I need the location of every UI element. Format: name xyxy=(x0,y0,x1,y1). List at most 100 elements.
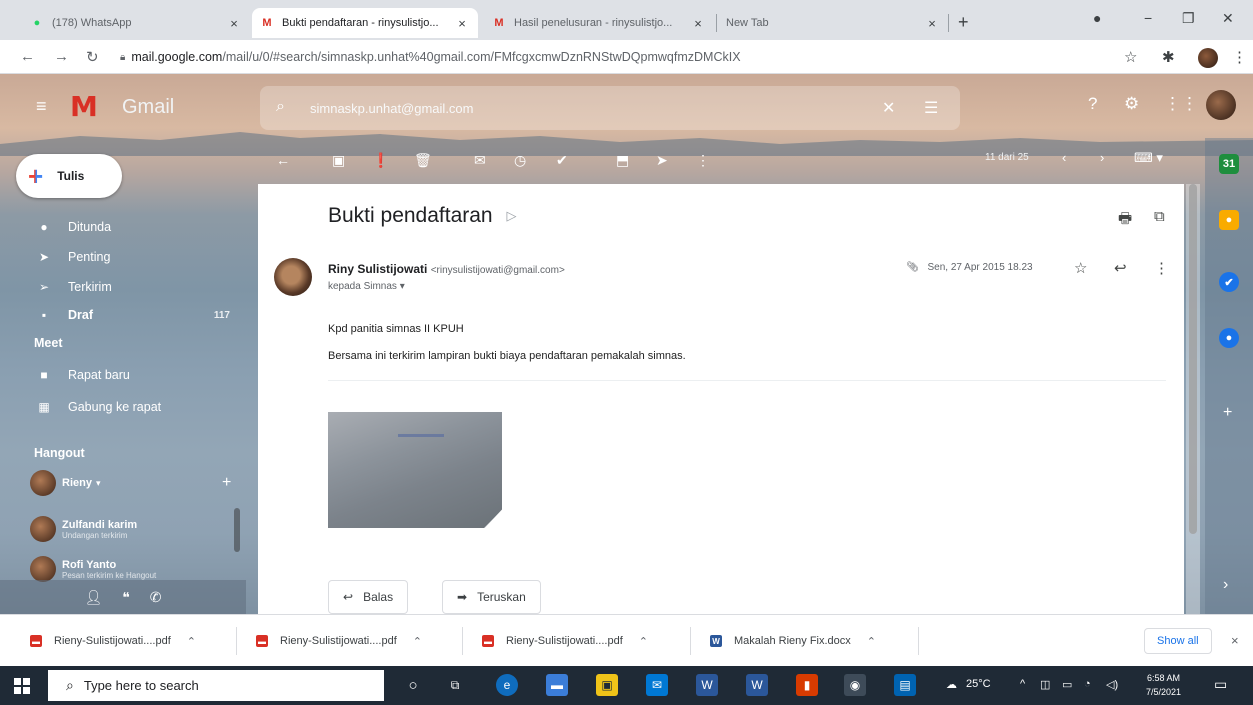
reply-button[interactable]: ↩ Balas xyxy=(328,580,409,614)
meet-join-meeting[interactable]: ▦ Gabung ke rapat xyxy=(0,392,246,422)
mail-icon[interactable]: ✉ xyxy=(646,674,668,696)
attachment-thumbnail[interactable] xyxy=(328,412,502,528)
tray-chevron-icon[interactable]: ^ xyxy=(1020,678,1025,690)
windows-start-icon[interactable] xyxy=(14,678,30,694)
more-options-icon[interactable]: ⋮ xyxy=(1154,259,1169,277)
chevron-up-icon[interactable]: ⌃ xyxy=(867,635,876,648)
move-to-icon[interactable]: ⬒ xyxy=(616,152,629,169)
chevron-up-icon[interactable]: ⌃ xyxy=(639,635,648,648)
sidebar-item-ditunda[interactable]: ● Ditunda xyxy=(0,212,246,242)
network-icon[interactable]: ◫ xyxy=(1040,678,1050,691)
gmail-logo-icon[interactable]: M xyxy=(70,90,98,123)
chevron-up-icon[interactable]: ⌃ xyxy=(187,635,196,648)
phone-icon[interactable]: ✆ xyxy=(150,589,162,606)
label-icon[interactable]: ➤ xyxy=(656,152,668,169)
sidebar-scrollbar[interactable] xyxy=(234,508,240,552)
calendar-icon[interactable]: 31 xyxy=(1219,154,1239,174)
email-scrollbar[interactable] xyxy=(1186,184,1200,614)
scrollbar-thumb[interactable] xyxy=(1189,184,1197,534)
more-icon[interactable]: ⋮ xyxy=(696,152,710,169)
add-addon-icon[interactable]: + xyxy=(1223,404,1232,422)
hangout-contact[interactable]: Zulfandi karim Undangan terkirim xyxy=(30,514,240,544)
account-avatar[interactable] xyxy=(1206,90,1236,120)
main-menu-icon[interactable]: ≡ xyxy=(36,96,47,117)
word-icon[interactable]: W xyxy=(746,674,768,696)
snooze-icon[interactable]: ◷ xyxy=(514,152,526,169)
search-icon[interactable]: ⌕ xyxy=(276,98,285,116)
office-icon[interactable]: ▮ xyxy=(796,674,818,696)
add-contact-button[interactable]: + xyxy=(222,474,231,492)
close-icon[interactable]: × xyxy=(924,16,940,31)
keep-icon[interactable]: ● xyxy=(1219,210,1239,230)
weather-icon[interactable]: ☁ xyxy=(946,678,957,691)
cortana-icon[interactable]: ○ xyxy=(402,674,424,696)
back-icon[interactable]: ← xyxy=(20,48,35,65)
chevron-down-icon[interactable]: ▾ xyxy=(96,478,101,489)
search-bar[interactable]: ⌕ simnaskp.unhat@gmail.com ✕ ☰ xyxy=(260,86,960,130)
forward-button[interactable]: ➡ Teruskan xyxy=(442,580,541,614)
sidebar-item-draf[interactable]: ▪ Draf 117 xyxy=(0,300,246,330)
tab-hasil-penelusuran[interactable]: M Hasil penelusuran - rinysulistjo... × xyxy=(484,8,714,38)
chevron-up-icon[interactable]: ⌃ xyxy=(413,635,422,648)
task-view-icon[interactable]: ⧉ xyxy=(444,674,466,696)
contacts-icon[interactable]: ● xyxy=(1219,328,1239,348)
wifi-icon[interactable]: ◔ xyxy=(1084,678,1091,690)
media-control-icon[interactable]: ● xyxy=(1093,10,1101,26)
chrome-icon[interactable]: ◉ xyxy=(844,674,866,696)
compose-button[interactable]: + Tulis xyxy=(16,154,122,198)
tab-whatsapp[interactable]: ● (178) WhatsApp × xyxy=(22,8,250,38)
notification-icon[interactable]: ▭ xyxy=(1214,676,1227,693)
expand-panel-icon[interactable]: › xyxy=(1223,576,1228,594)
taskbar-clock[interactable]: 6:58 AM 7/5/2021 xyxy=(1146,671,1181,699)
store-icon[interactable]: ▣ xyxy=(596,674,618,696)
sender-avatar[interactable] xyxy=(274,258,312,296)
tasks-icon[interactable]: ✔ xyxy=(1219,272,1239,292)
search-options-icon[interactable]: ☰ xyxy=(924,98,938,118)
download-item[interactable]: ▬ Rieny-Sulistijowati....pdf ⌃ xyxy=(482,615,648,667)
meet-new-meeting[interactable]: ■ Rapat baru xyxy=(0,360,246,390)
settings-gear-icon[interactable]: ⚙ xyxy=(1124,94,1139,114)
word-icon[interactable]: W xyxy=(696,674,718,696)
close-downloads-icon[interactable]: × xyxy=(1231,633,1239,648)
minimize-icon[interactable]: − xyxy=(1144,10,1152,26)
mark-unread-icon[interactable]: ✉ xyxy=(474,152,486,169)
report-spam-icon[interactable]: ❗ xyxy=(372,152,389,169)
sidebar-item-terkirim[interactable]: ➢ Terkirim xyxy=(0,272,246,302)
window-close-icon[interactable]: ✕ xyxy=(1222,10,1234,27)
edge-icon[interactable]: e xyxy=(496,674,518,696)
search-input[interactable]: simnaskp.unhat@gmail.com xyxy=(310,101,473,116)
archive-icon[interactable]: ▣ xyxy=(332,152,345,169)
close-icon[interactable]: × xyxy=(690,16,706,31)
tab-new-tab[interactable]: New Tab × xyxy=(718,8,948,38)
profile-avatar[interactable] xyxy=(1198,48,1218,68)
delete-icon[interactable]: 🗑︎ xyxy=(414,152,432,169)
address-bar[interactable]: 🔒︎ mail.google.com /mail/u/0/#search/sim… xyxy=(112,45,1148,69)
reload-icon[interactable]: ↻ xyxy=(86,48,99,66)
sender-name[interactable]: Riny Sulistijowati xyxy=(328,262,427,276)
extensions-icon[interactable]: ✱ xyxy=(1162,48,1175,66)
tab-bukti-pendaftaran[interactable]: M Bukti pendaftaran - rinysulistjo... × xyxy=(252,8,478,38)
recipient-line[interactable]: kepada Simnas ▾ xyxy=(328,281,405,292)
close-icon[interactable]: × xyxy=(454,16,470,31)
input-tools-icon[interactable]: ⌨ ▾ xyxy=(1134,150,1163,166)
reply-icon[interactable]: ↩ xyxy=(1114,259,1127,277)
bookmark-star-icon[interactable]: ☆ xyxy=(1124,48,1137,66)
download-item[interactable]: W Makalah Rieny Fix.docx ⌃ xyxy=(710,615,876,667)
weather-temperature[interactable]: 25°C xyxy=(966,678,991,690)
star-icon[interactable]: ☆ xyxy=(1074,259,1087,277)
taskbar-search[interactable]: ⌕ Type here to search xyxy=(48,670,384,701)
back-to-search-icon[interactable]: ← xyxy=(276,152,290,168)
download-item[interactable]: ▬ Rieny-Sulistijowati....pdf ⌃ xyxy=(30,615,196,667)
volume-icon[interactable]: ◁) xyxy=(1106,678,1118,691)
add-task-icon[interactable]: ✔ xyxy=(556,152,568,169)
hangout-self[interactable]: Rieny ▾ + xyxy=(30,468,240,498)
clear-search-icon[interactable]: ✕ xyxy=(882,98,895,118)
newer-chevron-icon[interactable]: ‹ xyxy=(1062,150,1066,165)
file-explorer-icon[interactable]: ▬ xyxy=(546,674,568,696)
help-icon[interactable]: ? xyxy=(1088,94,1097,114)
restore-icon[interactable]: ❐ xyxy=(1182,10,1195,27)
show-all-downloads-button[interactable]: Show all xyxy=(1144,628,1212,654)
app-icon[interactable]: ▤ xyxy=(894,674,916,696)
download-item[interactable]: ▬ Rieny-Sulistijowati....pdf ⌃ xyxy=(256,615,422,667)
forward-icon[interactable]: → xyxy=(54,48,69,65)
